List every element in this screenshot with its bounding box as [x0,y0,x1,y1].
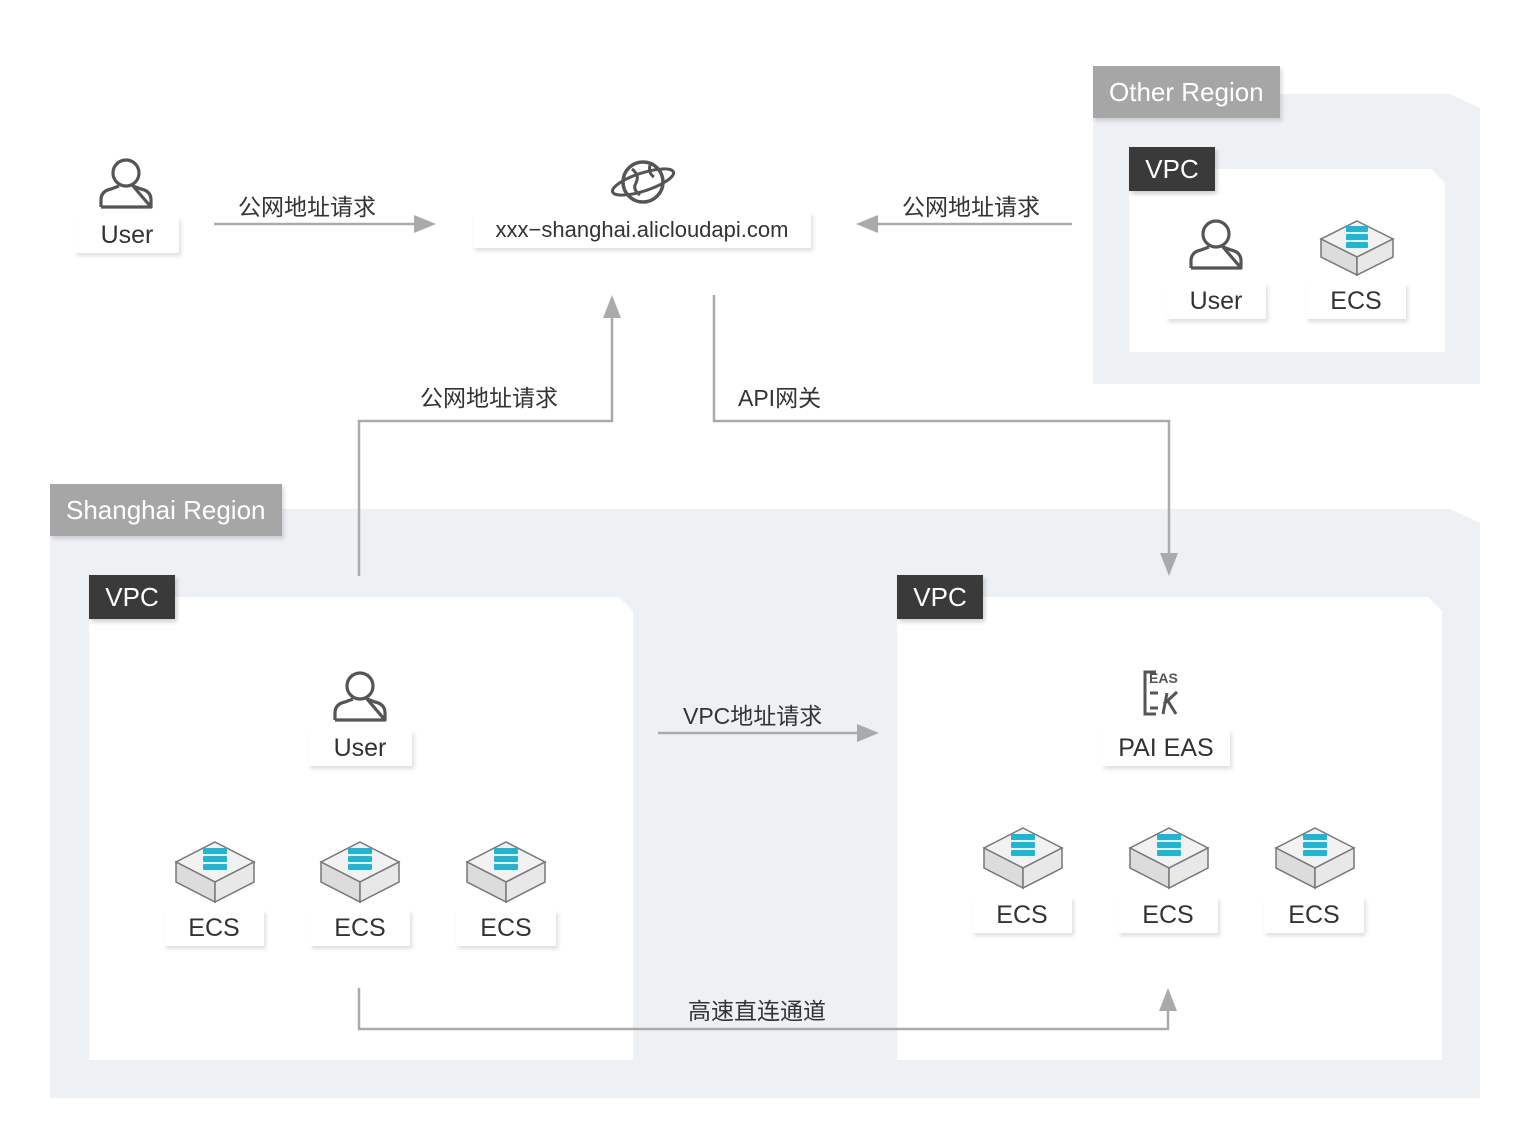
arrowhead [857,724,879,742]
edge-label-user-request: 公网地址请求 [238,194,376,220]
edge-label-direct-channel: 高速直连通道 [688,998,826,1024]
edge-label-sh-request: 公网地址请求 [420,385,558,411]
arrowhead [603,295,621,318]
arrowhead [1159,988,1177,1011]
edge-label-other-request: 公网地址请求 [902,194,1040,220]
edge-label-vpc-request: VPC地址请求 [683,703,823,729]
edge-api-gateway [712,295,1171,556]
arrowhead [1160,553,1178,576]
arrowhead [414,215,436,233]
arrowhead [856,215,878,233]
connectors [214,215,1178,1031]
edge-label-api-gateway: API网关 [738,385,822,411]
edge-sh-user-to-endpoint [357,315,614,576]
